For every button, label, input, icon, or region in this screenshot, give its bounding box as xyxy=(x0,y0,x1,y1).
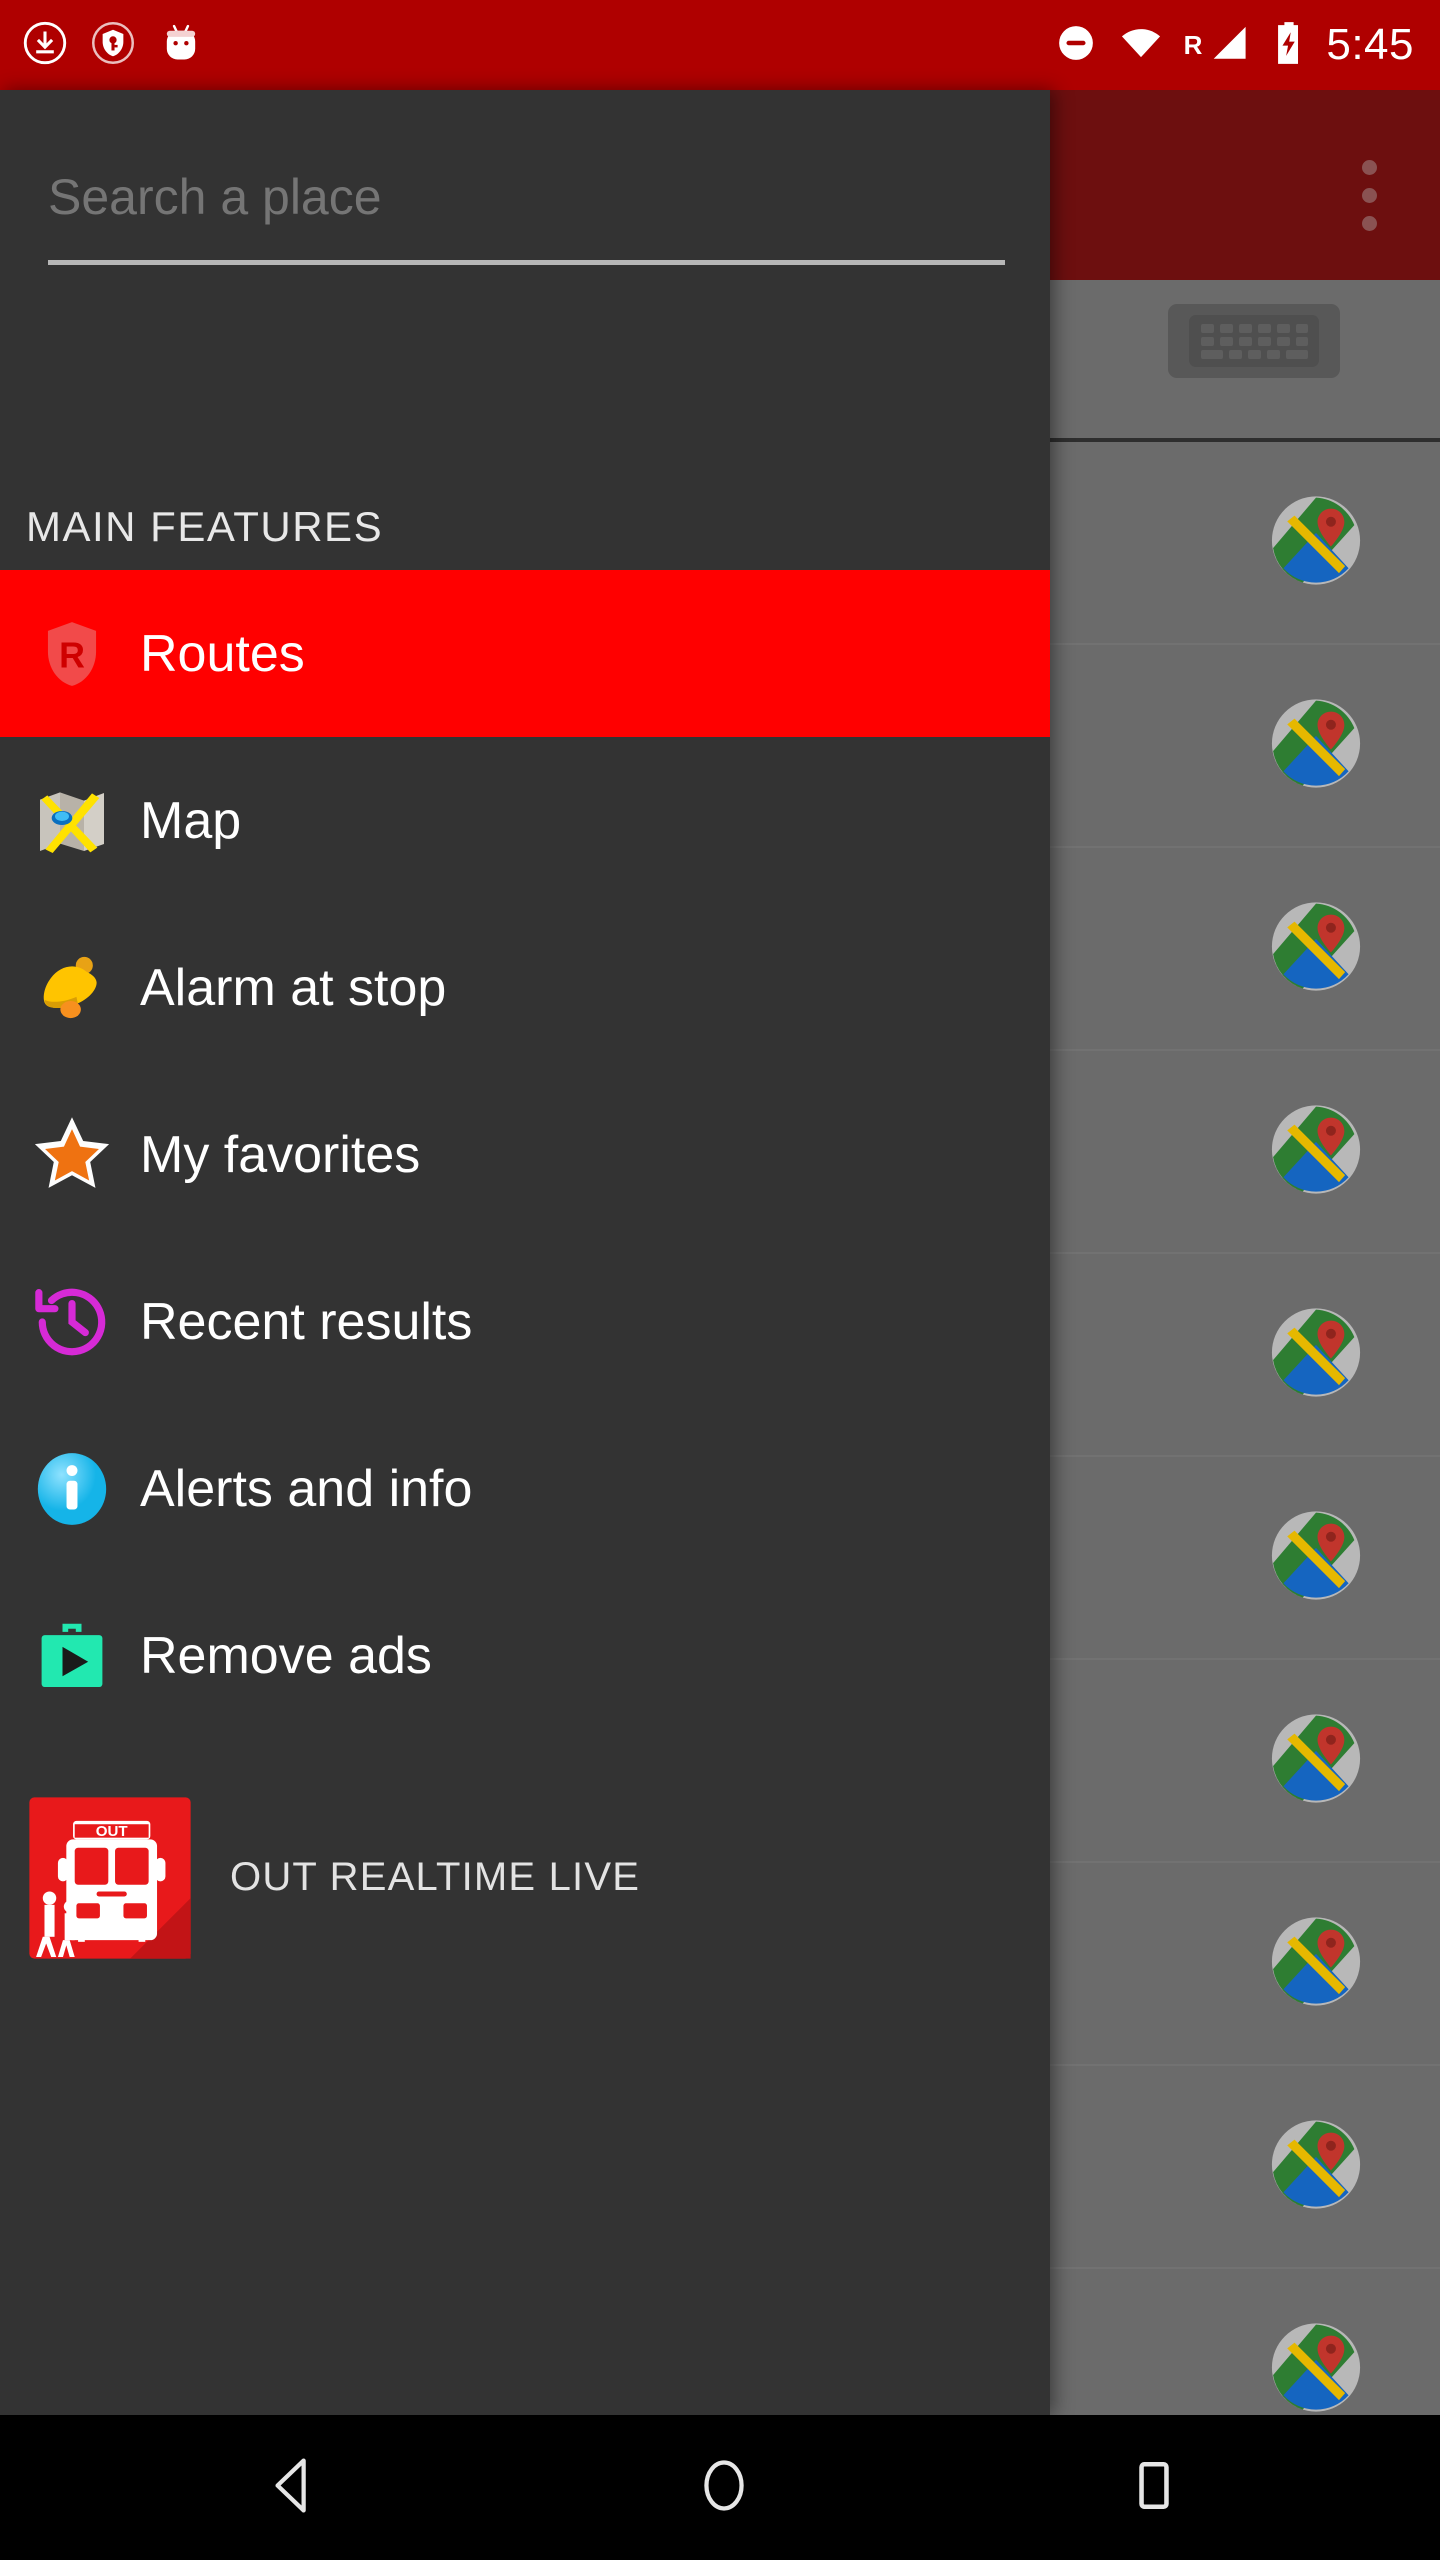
back-button[interactable] xyxy=(260,2451,328,2524)
drawer-item-label: Routes xyxy=(140,624,305,683)
drawer-item-label: Alarm at stop xyxy=(140,958,447,1017)
drawer-item-routes[interactable]: R Routes xyxy=(0,570,1050,737)
info-circle-icon xyxy=(24,1448,120,1530)
status-bar-left-icons xyxy=(0,20,204,71)
svg-text:R: R xyxy=(59,635,85,675)
drawer-item-label: Map xyxy=(140,791,242,850)
system-navigation-bar xyxy=(0,2415,1440,2560)
download-icon xyxy=(22,20,68,71)
recents-button[interactable] xyxy=(1120,2451,1188,2524)
wifi-icon xyxy=(1118,21,1164,70)
vpn-key-shield-icon xyxy=(90,20,136,71)
do-not-disturb-icon xyxy=(1054,21,1098,70)
cell-signal-icon xyxy=(1208,21,1252,70)
drawer-item-map[interactable]: Map xyxy=(0,737,1050,904)
section-header-main-features: MAIN FEATURES xyxy=(26,503,384,550)
routes-shield-icon: R xyxy=(24,615,120,693)
search-input[interactable] xyxy=(48,168,968,226)
drawer-item-label: Remove ads xyxy=(140,1626,432,1685)
roaming-indicator: R xyxy=(1183,29,1203,60)
google-maps-icon xyxy=(1270,900,1362,997)
folded-map-icon xyxy=(24,781,120,861)
search-underline xyxy=(48,260,1005,265)
phone-screen: R 5:45 MAIN FEATURES R xyxy=(0,0,1440,2560)
out-bus-app-icon: OUT xyxy=(26,1794,194,1962)
star-icon xyxy=(24,1113,120,1197)
google-maps-icon xyxy=(1270,494,1362,591)
google-maps-icon xyxy=(1270,1712,1362,1809)
drawer-item-my-favorites[interactable]: My favorites xyxy=(0,1071,1050,1238)
drawer-item-recent-results[interactable]: Recent results xyxy=(0,1238,1050,1405)
status-bar-right-icons: R 5:45 xyxy=(1054,20,1440,71)
google-maps-icon xyxy=(1270,697,1362,794)
drawer-item-remove-ads[interactable]: Remove ads xyxy=(0,1572,1050,1739)
drawer-item-alarm-at-stop[interactable]: Alarm at stop xyxy=(0,904,1050,1071)
google-maps-icon xyxy=(1270,1509,1362,1606)
android-head-icon xyxy=(158,20,204,71)
clock: 5:45 xyxy=(1326,20,1414,69)
google-maps-icon xyxy=(1270,1915,1362,2012)
google-maps-icon xyxy=(1270,2321,1362,2418)
google-maps-icon xyxy=(1270,1306,1362,1403)
overflow-menu-icon[interactable] xyxy=(1362,160,1377,244)
google-play-bag-icon xyxy=(24,1618,120,1694)
history-clock-icon xyxy=(24,1281,120,1363)
keyboard-icon[interactable] xyxy=(1168,304,1340,378)
drawer-item-label: Recent results xyxy=(140,1292,473,1351)
home-button[interactable] xyxy=(690,2451,758,2524)
svg-text:OUT: OUT xyxy=(96,1823,129,1840)
google-maps-icon xyxy=(1270,1103,1362,1200)
status-bar: R 5:45 xyxy=(0,0,1440,90)
google-maps-icon xyxy=(1270,2118,1362,2215)
promo-app-banner[interactable]: OUT OUT REALTIME LIVE xyxy=(0,1790,1050,1965)
drawer-item-label: My favorites xyxy=(140,1125,421,1184)
battery-charging-icon xyxy=(1272,20,1306,71)
drawer-item-alerts-and-info[interactable]: Alerts and info xyxy=(0,1405,1050,1572)
promo-app-label: OUT REALTIME LIVE xyxy=(230,1855,641,1899)
bell-icon xyxy=(24,947,120,1029)
navigation-drawer: MAIN FEATURES R Routes Map Alarm at stop xyxy=(0,90,1050,2415)
drawer-item-label: Alerts and info xyxy=(140,1459,473,1518)
search-field-container[interactable] xyxy=(0,90,1050,270)
